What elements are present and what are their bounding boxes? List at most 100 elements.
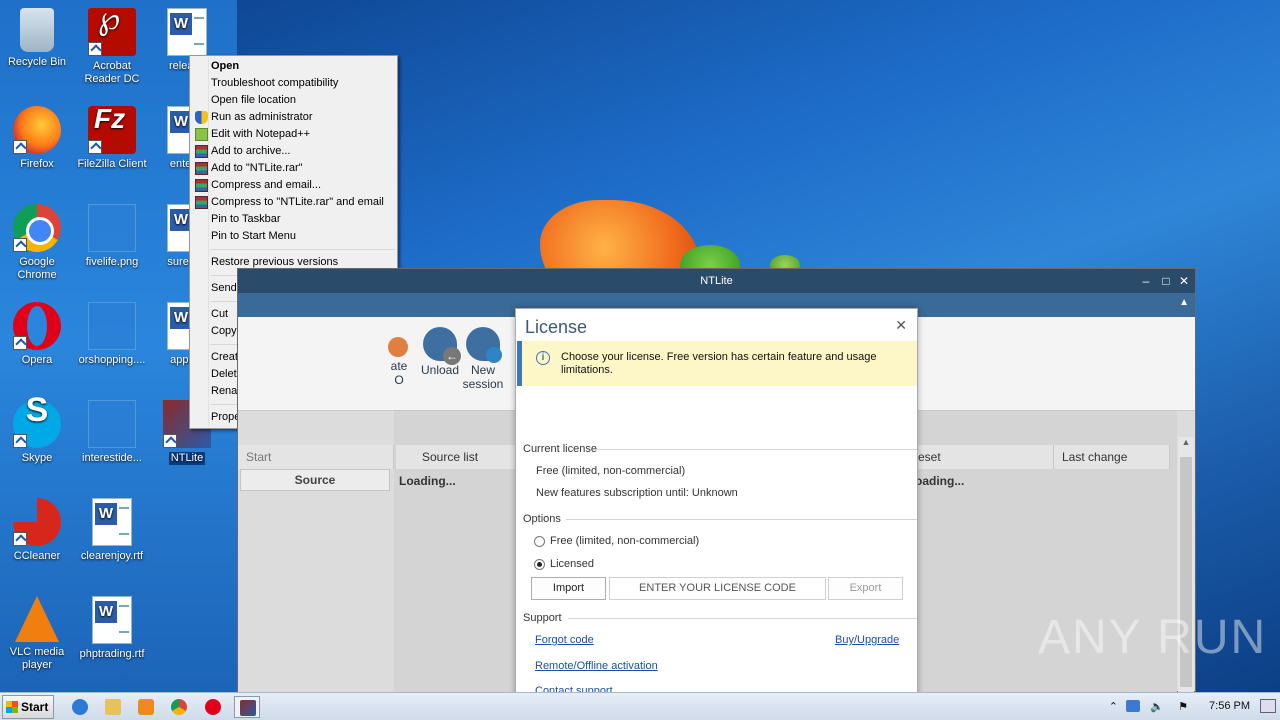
- close-icon[interactable]: ✕: [895, 317, 907, 334]
- scroll-up-icon[interactable]: ▲: [1178, 437, 1194, 453]
- chrome-icon: [13, 204, 61, 252]
- desktop-icon-acrobat[interactable]: Acrobat Reader DC: [75, 8, 149, 86]
- dialog-title: License: [525, 317, 588, 337]
- license-code-input[interactable]: ENTER YOUR LICENSE CODE: [609, 577, 826, 600]
- desktop-icon-vlc[interactable]: VLC media player: [0, 596, 74, 672]
- radio-licensed[interactable]: [534, 559, 545, 570]
- radio-free[interactable]: [534, 536, 545, 547]
- source-item[interactable]: Source: [240, 469, 390, 491]
- menu-item-compress-email[interactable]: Compress and email...: [192, 177, 395, 194]
- winrar-icon: [195, 196, 208, 209]
- menu-separator: [211, 249, 395, 250]
- ntlite-icon: [240, 700, 256, 716]
- media-player-icon: [138, 699, 154, 715]
- taskbar-ie[interactable]: [67, 696, 93, 718]
- maximize-icon[interactable]: □: [1157, 269, 1175, 293]
- collapse-ribbon-icon[interactable]: ▲: [1179, 297, 1189, 308]
- acrobat-icon: [88, 8, 136, 56]
- menu-item-run-as-admin[interactable]: Run as administrator: [192, 109, 395, 126]
- file-icon: [88, 302, 136, 350]
- recycle-bin-icon: [20, 8, 54, 52]
- desktop-icon-filezilla[interactable]: FileZilla Client: [75, 106, 149, 171]
- desktop-icon-orshopping[interactable]: orshopping....: [75, 302, 149, 367]
- import-button[interactable]: Import: [531, 577, 606, 600]
- winrar-icon: [195, 145, 208, 158]
- current-license-value: Free (limited, non-commercial): [536, 465, 686, 477]
- radio-free-label[interactable]: Free (limited, non-commercial): [550, 535, 699, 547]
- winrar-icon: [195, 162, 208, 175]
- close-icon[interactable]: ✕: [1175, 269, 1193, 293]
- menu-item-add-to-rar[interactable]: Add to "NTLite.rar": [192, 160, 395, 177]
- license-dialog: License ✕ i Choose your license. Free ve…: [515, 308, 918, 698]
- desktop-icon-chrome[interactable]: Google Chrome: [0, 204, 74, 282]
- radio-licensed-label[interactable]: Licensed: [550, 558, 594, 570]
- flag-icon[interactable]: ⚑: [1178, 700, 1188, 713]
- buy-upgrade-link[interactable]: Buy/Upgrade: [835, 634, 899, 646]
- desktop-icon-firefox[interactable]: Firefox: [0, 106, 74, 171]
- menu-item-compress-rar-email[interactable]: Compress to "NTLite.rar" and email: [192, 194, 395, 211]
- info-banner: i Choose your license. Free version has …: [517, 341, 917, 386]
- vlc-icon: [15, 596, 59, 642]
- menu-item-troubleshoot[interactable]: Troubleshoot compatibility: [192, 75, 395, 92]
- opera-icon: [13, 302, 61, 350]
- column-source-list[interactable]: Source list: [396, 445, 516, 469]
- new-session-button[interactable]: New session: [458, 327, 508, 391]
- word-document-icon: [92, 498, 132, 546]
- start-button[interactable]: Start: [2, 695, 54, 719]
- menu-item-open[interactable]: Open: [192, 58, 395, 75]
- uac-shield-icon: [195, 111, 208, 124]
- volume-icon[interactable]: 🔈: [1150, 700, 1164, 713]
- iso-icon: [388, 337, 408, 357]
- desktop-icon-fivelife[interactable]: fivelife.png: [75, 204, 149, 269]
- minimize-icon[interactable]: –: [1137, 269, 1155, 293]
- forgot-code-link[interactable]: Forgot code: [535, 634, 594, 646]
- menu-item-pin-start[interactable]: Pin to Start Menu: [192, 228, 395, 245]
- taskbar-media-player[interactable]: [133, 696, 159, 718]
- section-options: Options: [523, 513, 561, 525]
- remote-activation-link[interactable]: Remote/Offline activation: [535, 660, 658, 672]
- opera-icon: [205, 699, 221, 715]
- winrar-icon: [195, 179, 208, 192]
- ntlite-titlebar: NTLite – □ ✕: [238, 269, 1195, 293]
- loading-text: Loading...: [399, 474, 456, 488]
- taskbar-opera[interactable]: [200, 696, 226, 718]
- filezilla-icon: [88, 106, 136, 154]
- desktop-icon-skype[interactable]: Skype: [0, 400, 74, 465]
- desktop-icon-interestide[interactable]: interestide...: [75, 400, 149, 465]
- taskbar-ntlite[interactable]: [234, 696, 260, 718]
- desktop-icon-ccleaner[interactable]: CCleaner: [0, 498, 74, 563]
- chrome-icon: [171, 699, 187, 715]
- menu-item-edit-notepadpp[interactable]: Edit with Notepad++: [192, 126, 395, 143]
- show-desktop-icon[interactable]: [1260, 699, 1276, 713]
- section-support: Support: [523, 612, 562, 624]
- window-title: NTLite: [700, 275, 733, 287]
- desktop-icon-opera[interactable]: Opera: [0, 302, 74, 367]
- export-button[interactable]: Export: [828, 577, 903, 600]
- unload-icon: [423, 327, 461, 365]
- menu-item-add-to-archive[interactable]: Add to archive...: [192, 143, 395, 160]
- ccleaner-icon: [13, 498, 61, 546]
- column-preset[interactable]: eset: [910, 445, 1054, 469]
- desktop-icon-recycle-bin[interactable]: Recycle Bin: [0, 8, 74, 69]
- desktop-icon-clearenjoy[interactable]: clearenjoy.rtf: [75, 498, 149, 563]
- new-session-icon: [466, 327, 502, 363]
- taskbar-chrome[interactable]: [166, 696, 192, 718]
- desktop-icon-phptrading[interactable]: phptrading.rtf: [75, 596, 149, 661]
- image-file-icon: [88, 204, 136, 252]
- skype-icon: [13, 400, 61, 448]
- network-icon[interactable]: [1126, 700, 1140, 712]
- word-document-icon: [92, 596, 132, 644]
- file-icon: [88, 400, 136, 448]
- clock[interactable]: 7:56 PM: [1209, 700, 1250, 712]
- info-icon: i: [536, 351, 550, 365]
- menu-item-pin-taskbar[interactable]: Pin to Taskbar: [192, 211, 395, 228]
- notepadpp-icon: [195, 128, 208, 141]
- section-current-license: Current license: [523, 443, 597, 455]
- column-last-change[interactable]: Last change: [1054, 445, 1170, 469]
- taskbar-explorer[interactable]: [100, 696, 126, 718]
- anyrun-watermark: ANY RUN: [1038, 611, 1268, 664]
- tray-expand-icon[interactable]: ⌃: [1109, 700, 1118, 713]
- create-iso-button[interactable]: ate O: [388, 327, 410, 387]
- menu-item-open-file-location[interactable]: Open file location: [192, 92, 395, 109]
- start-header: Start: [238, 445, 394, 469]
